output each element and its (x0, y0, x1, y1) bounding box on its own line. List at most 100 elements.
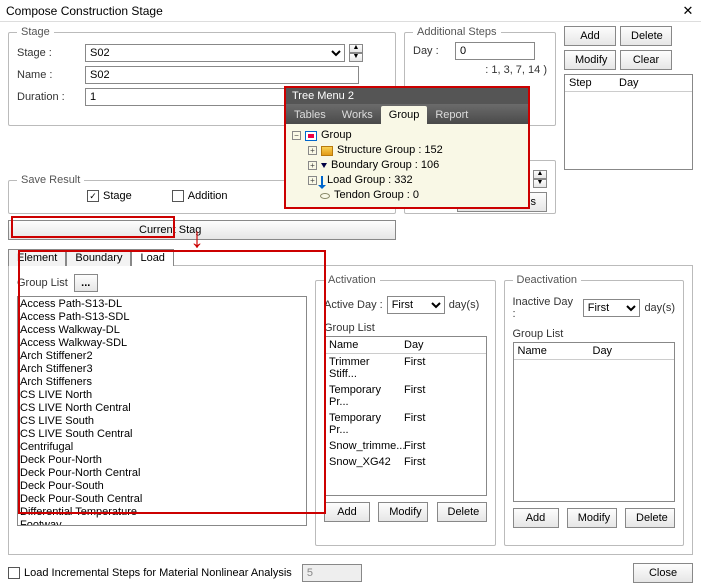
group-listbox[interactable]: Access Path-S13-DLAccess Path-S13-SDLAcc… (17, 296, 307, 526)
deactivation-delete-button[interactable]: Delete (625, 508, 675, 528)
save-result-legend: Save Result (17, 174, 84, 186)
load-incremental-checkbox[interactable]: Load Incremental Steps for Material Nonl… (8, 567, 292, 579)
seq-label: : 1, 3, 7, 14 ) (485, 64, 547, 76)
list-item[interactable]: Deck Pour-South (20, 480, 304, 493)
stage-checkbox[interactable]: ✓Stage (87, 190, 132, 202)
number-spinner[interactable]: ▲▼ (533, 170, 547, 188)
tab-element[interactable]: Element (8, 249, 66, 266)
list-item[interactable]: Footway (20, 519, 304, 526)
table-row[interactable]: Snow_XG42First (325, 454, 486, 470)
boundary-icon (321, 163, 327, 168)
incremental-steps-input (302, 564, 362, 582)
add-button[interactable]: Add (564, 26, 616, 46)
active-day-label: Active Day : (324, 299, 383, 311)
tree-node-structure[interactable]: + Structure Group : 152 (292, 143, 522, 158)
expand-icon[interactable]: + (308, 176, 317, 185)
table-row[interactable]: Snow_trimme...First (325, 438, 486, 454)
list-item[interactable]: Access Walkway-SDL (20, 337, 304, 350)
tree-node-tendon[interactable]: Tendon Group : 0 (292, 188, 522, 203)
stage-select[interactable]: S02 (85, 44, 345, 62)
tree-menu-panel[interactable]: Tree Menu 2 Tables Works Group Report − … (284, 86, 530, 209)
list-item[interactable]: Access Walkway-DL (20, 324, 304, 337)
list-item[interactable]: Arch Stiffeners (20, 376, 304, 389)
activation-legend: Activation (324, 274, 380, 286)
name-label: Name : (17, 69, 81, 81)
list-item[interactable]: Centrifugal (20, 441, 304, 454)
table-row[interactable]: Temporary Pr...First (325, 382, 486, 410)
steps-table[interactable]: Step Day (564, 74, 693, 170)
list-item[interactable]: Differential Temperature (20, 506, 304, 519)
list-item[interactable]: Access Path-S13-DL (20, 298, 304, 311)
activation-delete-button[interactable]: Delete (437, 502, 487, 522)
deactivation-legend: Deactivation (513, 274, 582, 286)
activation-table[interactable]: Name Day Trimmer Stiff...FirstTemporary … (324, 336, 487, 496)
delete-button[interactable]: Delete (620, 26, 672, 46)
list-item[interactable]: CS LIVE North Central (20, 402, 304, 415)
expand-icon[interactable]: + (308, 146, 317, 155)
expand-icon[interactable]: + (308, 161, 317, 170)
group-list-more-button[interactable]: ... (74, 274, 98, 292)
active-day-select[interactable]: First (387, 296, 445, 314)
modify-button[interactable]: Modify (564, 50, 616, 70)
group-icon (305, 131, 317, 141)
activation-section: Activation Active Day : First day(s) Gro… (315, 274, 496, 546)
current-stage-button[interactable]: Current Stag (8, 220, 396, 240)
stage-label: Stage : (17, 47, 81, 59)
close-button[interactable]: Close (633, 563, 693, 583)
tree-tab-tables[interactable]: Tables (286, 106, 334, 124)
table-row[interactable]: Trimmer Stiff...First (325, 354, 486, 382)
steps-col-step: Step (565, 75, 615, 91)
tab-boundary[interactable]: Boundary (66, 249, 131, 266)
additional-steps-legend: Additional Steps (413, 26, 501, 38)
clear-button[interactable]: Clear (620, 50, 672, 70)
stage-spinner[interactable]: ▲▼ (349, 44, 363, 62)
list-item[interactable]: CS LIVE South Central (20, 428, 304, 441)
list-item[interactable]: Deck Pour-South Central (20, 493, 304, 506)
tree-menu-title: Tree Menu 2 (286, 88, 528, 104)
deactivation-add-button[interactable]: Add (513, 508, 559, 528)
deactivation-group-list-label: Group List (513, 328, 676, 340)
active-day-suffix: day(s) (449, 299, 480, 311)
collapse-icon[interactable]: − (292, 131, 301, 140)
inactive-day-select[interactable]: First (583, 299, 641, 317)
deactivation-col-name: Name (514, 343, 589, 359)
stage-legend: Stage (17, 26, 54, 38)
activation-modify-button[interactable]: Modify (378, 502, 428, 522)
deactivation-table[interactable]: Name Day (513, 342, 676, 502)
table-row[interactable]: Temporary Pr...First (325, 410, 486, 438)
list-item[interactable]: Deck Pour-North Central (20, 467, 304, 480)
close-icon[interactable]: ✕ (681, 4, 695, 18)
tree-tab-group[interactable]: Group (381, 106, 428, 124)
list-item[interactable]: Arch Stiffener2 (20, 350, 304, 363)
activation-col-day: Day (400, 337, 486, 353)
tree-node-boundary[interactable]: + Boundary Group : 106 (292, 158, 522, 173)
activation-col-name: Name (325, 337, 400, 353)
inactive-day-suffix: day(s) (644, 302, 675, 314)
day-label: Day : (413, 45, 451, 57)
tree-tab-report[interactable]: Report (427, 106, 476, 124)
inactive-day-label: Inactive Day : (513, 296, 579, 320)
list-item[interactable]: Deck Pour-North (20, 454, 304, 467)
name-input[interactable] (85, 66, 359, 84)
list-item[interactable]: Arch Stiffener3 (20, 363, 304, 376)
activation-add-button[interactable]: Add (324, 502, 370, 522)
activation-group-list-label: Group List (324, 322, 487, 334)
duration-label: Duration : (17, 91, 81, 103)
window-title: Compose Construction Stage (6, 4, 163, 18)
addition-checkbox[interactable]: Addition (172, 190, 228, 202)
structure-icon (321, 146, 333, 156)
tab-load[interactable]: Load (131, 249, 173, 266)
list-item[interactable]: Access Path-S13-SDL (20, 311, 304, 324)
group-list-label: Group List (17, 277, 68, 289)
deactivation-col-day: Day (589, 343, 675, 359)
tree-tab-works[interactable]: Works (334, 106, 381, 124)
steps-col-day: Day (615, 75, 692, 91)
tree-node-load[interactable]: + Load Group : 332 (292, 173, 522, 188)
deactivation-modify-button[interactable]: Modify (567, 508, 617, 528)
load-icon (321, 176, 323, 186)
deactivation-section: Deactivation Inactive Day : First day(s)… (504, 274, 685, 546)
tree-root[interactable]: − Group (292, 128, 522, 143)
list-item[interactable]: CS LIVE South (20, 415, 304, 428)
list-item[interactable]: CS LIVE North (20, 389, 304, 402)
day-input[interactable] (455, 42, 535, 60)
